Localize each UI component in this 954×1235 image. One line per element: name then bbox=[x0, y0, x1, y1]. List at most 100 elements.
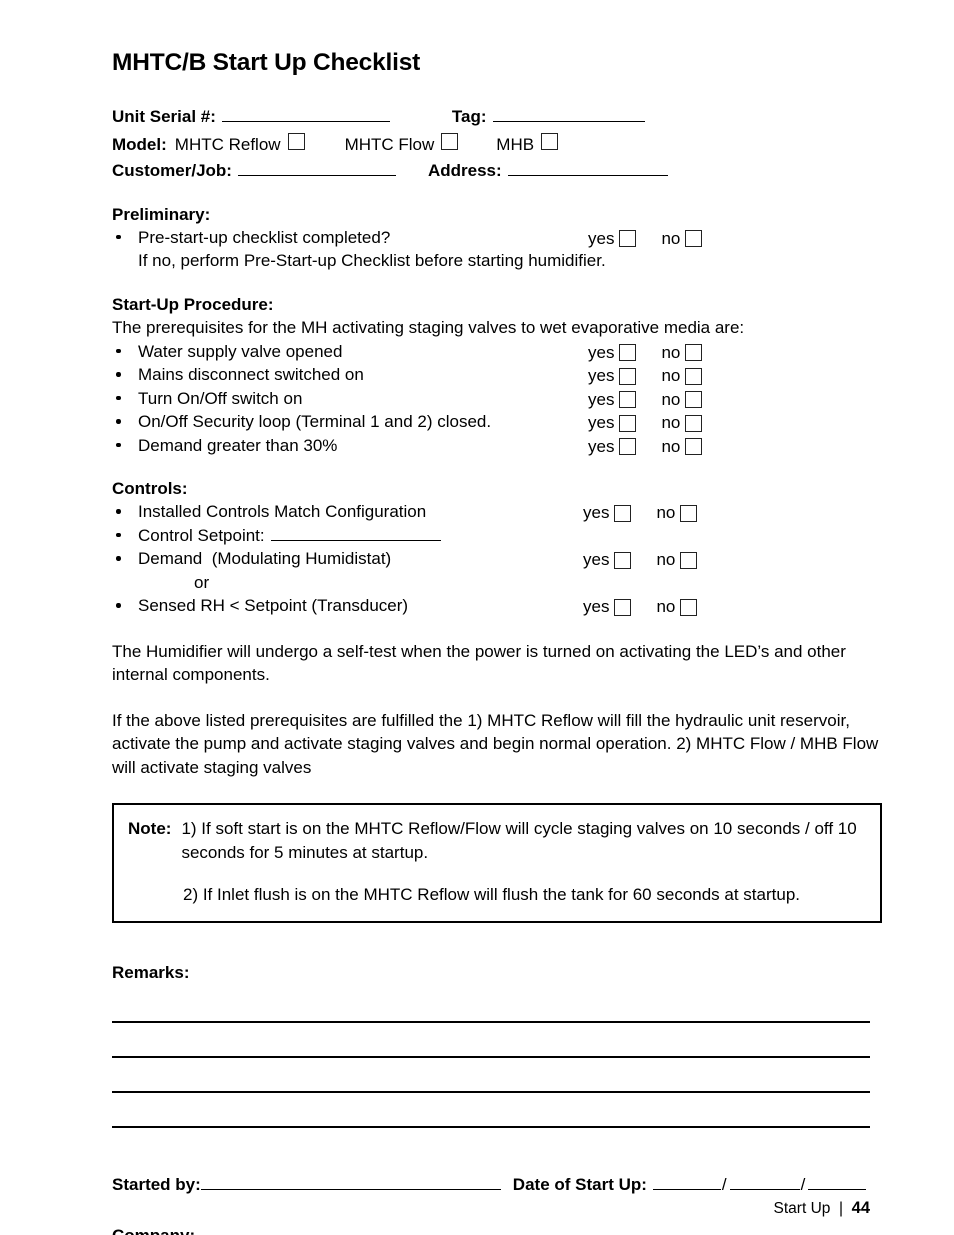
remarks-lines bbox=[112, 1020, 882, 1128]
list-item: Turn On/Off switch on yes no bbox=[112, 387, 882, 411]
startup-item-text: Demand greater than 30% bbox=[138, 435, 338, 455]
control-setpoint-label: Control Setpoint: bbox=[138, 525, 265, 545]
no-checkbox[interactable] bbox=[685, 344, 703, 362]
yes-no-group: yes no bbox=[588, 388, 703, 412]
bullet-icon bbox=[116, 532, 121, 538]
no-checkbox[interactable] bbox=[685, 414, 703, 432]
address-label: Address: bbox=[427, 160, 502, 180]
started-by-input[interactable] bbox=[200, 1174, 501, 1190]
note-item-1-text: 1) If soft start is on the MHTC Reflow/F… bbox=[181, 819, 857, 862]
unit-serial-input[interactable] bbox=[221, 106, 390, 122]
no-label: no bbox=[661, 342, 681, 362]
controls-heading: Controls: bbox=[112, 479, 188, 499]
model-option-mhb-label: MHB bbox=[496, 134, 535, 154]
yes-checkbox[interactable] bbox=[619, 391, 637, 409]
yes-label: yes bbox=[583, 550, 610, 570]
yes-checkbox[interactable] bbox=[619, 438, 637, 456]
yes-checkbox[interactable] bbox=[614, 598, 632, 616]
no-label: no bbox=[656, 550, 676, 570]
date-separator: / bbox=[721, 1174, 727, 1194]
remarks-line[interactable] bbox=[112, 1090, 870, 1093]
date-of-start-up-label: Date of Start Up: bbox=[512, 1174, 647, 1194]
startup-procedure-list: Water supply valve opened yes no Mains d… bbox=[112, 340, 882, 458]
yes-label: yes bbox=[583, 503, 610, 523]
address-input[interactable] bbox=[507, 160, 668, 176]
yes-label: yes bbox=[588, 413, 615, 433]
no-checkbox[interactable] bbox=[680, 551, 698, 569]
note-box: Note: 1) If soft start is on the MHTC Re… bbox=[112, 803, 882, 923]
yes-no-group: yes no bbox=[588, 227, 703, 251]
preliminary-list: Pre-start-up checklist completed? yes no… bbox=[112, 226, 882, 273]
date-month-input[interactable] bbox=[652, 1174, 721, 1190]
yes-no-group: yes no bbox=[588, 364, 703, 388]
no-label: no bbox=[661, 366, 681, 386]
no-label: no bbox=[661, 389, 681, 409]
no-checkbox[interactable] bbox=[680, 598, 698, 616]
yes-checkbox[interactable] bbox=[619, 367, 637, 385]
remarks-line[interactable] bbox=[112, 1055, 870, 1058]
no-checkbox[interactable] bbox=[685, 230, 703, 248]
model-option-mhb-checkbox[interactable] bbox=[541, 132, 559, 150]
controls-or-text: or bbox=[194, 572, 210, 592]
yes-checkbox[interactable] bbox=[619, 414, 637, 432]
yes-checkbox[interactable] bbox=[619, 230, 637, 248]
self-test-paragraph: The Humidifier will undergo a self-test … bbox=[112, 641, 846, 685]
footer-page-number: 44 bbox=[851, 1199, 870, 1217]
list-item: On/Off Security loop (Terminal 1 and 2) … bbox=[112, 410, 882, 434]
yes-label: yes bbox=[588, 228, 615, 248]
controls-list: Installed Controls Match Configuration y… bbox=[112, 500, 882, 618]
remarks-line[interactable] bbox=[112, 1020, 870, 1023]
no-label: no bbox=[661, 228, 681, 248]
no-checkbox[interactable] bbox=[680, 504, 698, 522]
unit-serial-row: Unit Serial #: Tag: bbox=[112, 105, 882, 129]
startup-procedure-intro: The prerequisites for the MH activating … bbox=[112, 317, 745, 337]
controls-item-text: Demand (Modulating Humidistat) bbox=[138, 549, 392, 569]
yes-checkbox[interactable] bbox=[619, 344, 637, 362]
list-item: Water supply valve opened yes no bbox=[112, 340, 882, 364]
company-input[interactable] bbox=[195, 1225, 495, 1235]
controls-or-row: or bbox=[112, 571, 882, 595]
preliminary-item-text: Pre-start-up checklist completed? bbox=[138, 227, 391, 247]
tag-input[interactable] bbox=[492, 106, 645, 122]
startup-item-text: Mains disconnect switched on bbox=[138, 365, 364, 385]
note-item-2-text: 2) If Inlet flush is on the MHTC Reflow … bbox=[183, 885, 800, 905]
customer-job-input[interactable] bbox=[237, 160, 396, 176]
startup-procedure-heading: Start-Up Procedure: bbox=[112, 294, 274, 314]
no-checkbox[interactable] bbox=[685, 438, 703, 456]
list-item: Pre-start-up checklist completed? yes no bbox=[112, 226, 882, 250]
bullet-icon bbox=[116, 348, 121, 354]
list-item: Control Setpoint: bbox=[112, 524, 882, 548]
model-option-mhtc-reflow-checkbox[interactable] bbox=[287, 132, 305, 150]
preliminary-note-text: If no, perform Pre-Start-up Checklist be… bbox=[138, 251, 606, 271]
model-row: Model: MHTC Reflow MHTC Flow MHB bbox=[112, 132, 882, 157]
yes-label: yes bbox=[588, 366, 615, 386]
document-page: MHTC/B Start Up Checklist Unit Serial #:… bbox=[0, 0, 954, 1235]
controls-item-text: Sensed RH < Setpoint (Transducer) bbox=[138, 596, 409, 616]
identity-block: Unit Serial #: Tag: Model: MHTC Reflow M… bbox=[112, 105, 882, 183]
list-item: Installed Controls Match Configuration y… bbox=[112, 500, 882, 524]
customer-job-label: Customer/Job: bbox=[112, 160, 232, 180]
prerequisites-paragraph: If the above listed prerequisites are fu… bbox=[112, 710, 879, 777]
no-checkbox[interactable] bbox=[685, 367, 703, 385]
startup-item-text: Turn On/Off switch on bbox=[138, 388, 303, 408]
preliminary-heading: Preliminary: bbox=[112, 204, 211, 224]
yes-no-group: yes no bbox=[583, 548, 698, 572]
yes-checkbox[interactable] bbox=[614, 504, 632, 522]
yes-checkbox[interactable] bbox=[614, 551, 632, 569]
yes-label: yes bbox=[583, 597, 610, 617]
model-option-mhtc-flow-checkbox[interactable] bbox=[441, 132, 459, 150]
preliminary-note-row: If no, perform Pre-Start-up Checklist be… bbox=[112, 249, 882, 273]
yes-label: yes bbox=[588, 389, 615, 409]
footer-section-label: Start Up | bbox=[773, 1200, 852, 1217]
bullet-icon bbox=[116, 234, 121, 240]
no-label: no bbox=[656, 503, 676, 523]
bullet-icon bbox=[116, 395, 121, 401]
customer-job-row: Customer/Job: Address: bbox=[112, 159, 882, 183]
model-label: Model: bbox=[112, 134, 167, 154]
started-by-label: Started by: bbox=[112, 1174, 201, 1194]
remarks-line[interactable] bbox=[112, 1125, 870, 1128]
control-setpoint-input[interactable] bbox=[270, 525, 441, 541]
no-checkbox[interactable] bbox=[685, 391, 703, 409]
company-label: Company: bbox=[112, 1226, 195, 1235]
tag-label: Tag: bbox=[451, 106, 487, 126]
